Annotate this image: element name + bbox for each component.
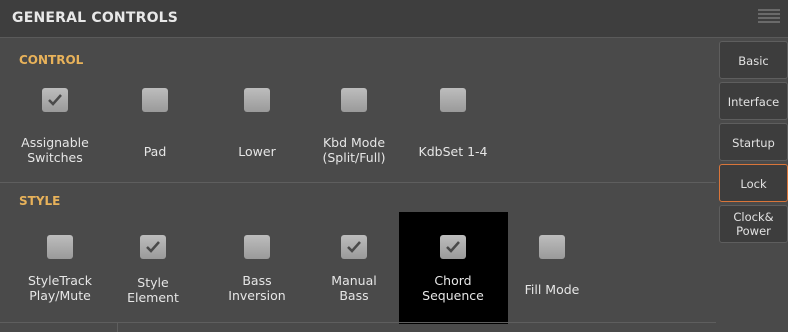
check-icon xyxy=(146,241,160,253)
check-icon xyxy=(347,241,361,253)
check-icon xyxy=(446,241,460,253)
style-item-style-element[interactable]: Style Element xyxy=(105,235,201,305)
style-item-bass-inversion[interactable]: Bass Inversion xyxy=(209,235,305,303)
page-title: GENERAL CONTROLS xyxy=(12,10,179,26)
item-label: KdbSet 1-4 xyxy=(418,144,488,159)
tab-basic[interactable]: Basic xyxy=(719,41,788,79)
tab-interface[interactable]: Interface xyxy=(719,82,788,120)
checkbox[interactable] xyxy=(142,88,168,112)
item-label: Assignable Switches xyxy=(21,135,89,165)
item-label: Manual Bass xyxy=(331,273,377,303)
item-label: Bass Inversion xyxy=(228,273,286,303)
item-label: Style Element xyxy=(127,275,179,305)
item-label: Chord Sequence xyxy=(422,273,484,303)
item-label: Pad xyxy=(143,144,167,159)
section-divider xyxy=(0,182,716,183)
control-item-kdbset[interactable]: KdbSet 1-4 xyxy=(405,88,501,159)
selected-item-highlight xyxy=(399,212,508,324)
control-item-pad[interactable]: Pad xyxy=(107,88,203,159)
checkbox[interactable] xyxy=(440,235,466,259)
checkbox[interactable] xyxy=(42,88,68,112)
checkbox[interactable] xyxy=(341,235,367,259)
control-item-kbd-mode[interactable]: Kbd Mode (Split/Full) xyxy=(306,88,402,165)
item-label: Fill Mode xyxy=(524,282,580,297)
control-item-lower[interactable]: Lower xyxy=(209,88,305,159)
section-title-style: STYLE xyxy=(19,194,61,208)
tab-clock-power[interactable]: Clock& Power xyxy=(719,205,788,243)
style-item-manual-bass[interactable]: Manual Bass xyxy=(306,235,402,303)
checkbox[interactable] xyxy=(140,235,166,259)
style-item-styletrack[interactable]: StyleTrack Play/Mute xyxy=(12,235,108,303)
page-header: GENERAL CONTROLS xyxy=(0,0,788,38)
item-label: StyleTrack Play/Mute xyxy=(27,273,93,303)
checkbox[interactable] xyxy=(440,88,466,112)
tab-lock[interactable]: Lock xyxy=(719,164,788,202)
style-item-chord-sequence[interactable]: Chord Sequence xyxy=(405,235,501,303)
checkbox[interactable] xyxy=(47,235,73,259)
style-item-fill-mode[interactable]: Fill Mode xyxy=(504,235,600,297)
checkbox[interactable] xyxy=(539,235,565,259)
side-tab-bar: Basic Interface Startup Lock Clock& Powe… xyxy=(719,39,788,332)
item-label: Kbd Mode (Split/Full) xyxy=(322,135,386,165)
check-icon xyxy=(48,94,62,106)
divider-tick xyxy=(117,322,118,332)
section-divider xyxy=(0,322,716,323)
item-label: Lower xyxy=(238,144,276,159)
tab-startup[interactable]: Startup xyxy=(719,123,788,161)
checkbox[interactable] xyxy=(244,235,270,259)
checkbox[interactable] xyxy=(244,88,270,112)
section-title-control: CONTROL xyxy=(19,53,84,67)
hamburger-icon[interactable] xyxy=(758,9,780,27)
control-item-assignable-switches[interactable]: Assignable Switches xyxy=(7,88,103,165)
checkbox[interactable] xyxy=(341,88,367,112)
